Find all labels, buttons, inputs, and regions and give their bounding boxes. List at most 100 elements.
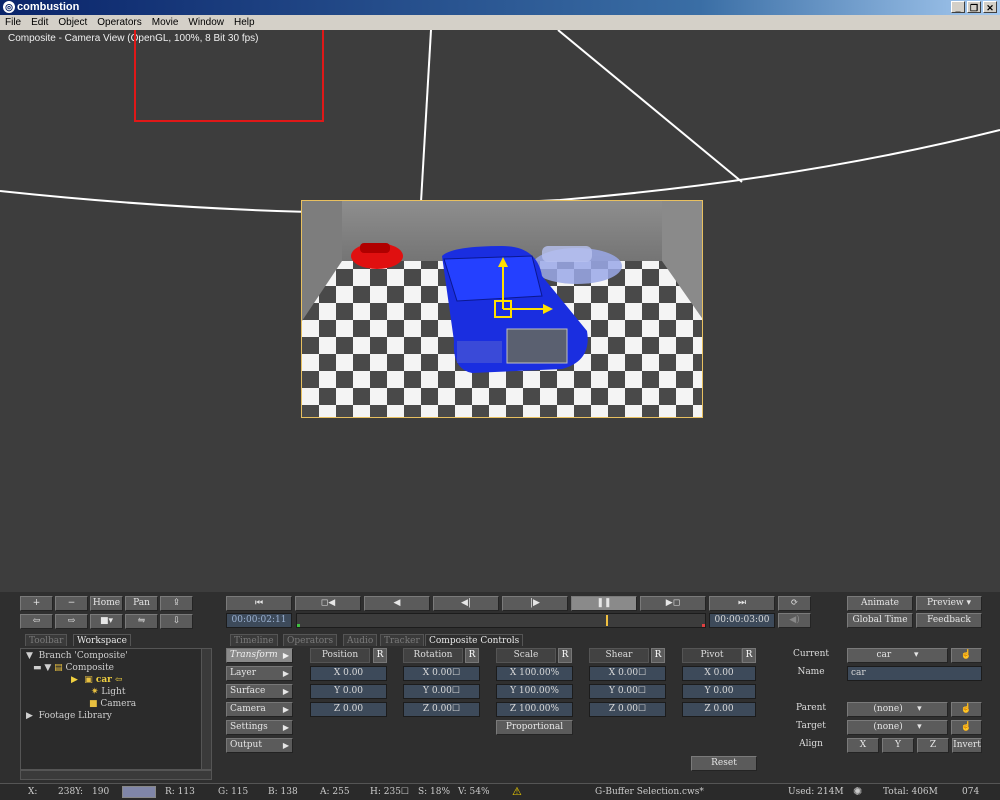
warning-icon[interactable]: ⚠ (512, 785, 522, 798)
current-label: Current (792, 649, 830, 659)
tree-horizontal-scrollbar[interactable] (20, 770, 212, 780)
audio-speaker-icon[interactable]: ◀) (778, 613, 811, 628)
tree-branch-composite[interactable]: ▼ Branch 'Composite' (26, 651, 128, 661)
menu-object[interactable]: Object (53, 15, 92, 30)
next-keyframe-button[interactable]: ▶◻ (640, 596, 706, 611)
go-to-start-button[interactable]: ⏮ (226, 596, 292, 611)
scale-z-field[interactable]: Z 100.00% (496, 702, 573, 717)
scale-reset-button[interactable]: R (558, 648, 572, 663)
scale-y-field[interactable]: Y 100.00% (496, 684, 573, 699)
position-z-field[interactable]: Z 0.00 (310, 702, 387, 717)
parent-pick-hand-icon[interactable]: ☝ (951, 702, 982, 717)
menu-file[interactable]: File (0, 15, 26, 30)
align-z-button[interactable]: Z (917, 738, 949, 753)
rotation-x-field[interactable]: X 0.00☐ (403, 666, 480, 681)
menu-movie[interactable]: Movie (147, 15, 184, 30)
menu-edit[interactable]: Edit (26, 15, 53, 30)
collapse-down-icon[interactable]: ⇩ (160, 614, 193, 629)
menu-operators[interactable]: Operators (92, 15, 146, 30)
reset-button[interactable]: Reset (691, 756, 757, 771)
go-to-end-button[interactable]: ⏭ (709, 596, 775, 611)
restore-button[interactable]: ❐ (967, 1, 981, 13)
zoom-out-button[interactable]: − (55, 596, 88, 611)
rotation-z-field[interactable]: Z 0.00☐ (403, 702, 480, 717)
back-arrow-icon[interactable]: ⇦ (20, 614, 53, 629)
current-object-dropdown[interactable]: car ▾ (847, 648, 948, 663)
align-y-button[interactable]: Y (882, 738, 914, 753)
menu-help[interactable]: Help (229, 15, 260, 30)
global-time-dropdown[interactable]: Global Time (847, 613, 913, 628)
align-x-button[interactable]: X (847, 738, 879, 753)
pivot-x-field[interactable]: X 0.00 (682, 666, 756, 681)
tree-vertical-scrollbar[interactable] (201, 649, 211, 769)
tree-footage-library[interactable]: ▶ Footage Library (26, 711, 112, 721)
menu-window[interactable]: Window (183, 15, 229, 30)
position-y-field[interactable]: Y 0.00 (310, 684, 387, 699)
status-v: V: 54% (458, 787, 490, 797)
preview-dropdown[interactable]: Preview ▾ (916, 596, 982, 611)
pivot-z-field[interactable]: Z 0.00 (682, 702, 756, 717)
parent-dropdown[interactable]: (none) ▾ (847, 702, 948, 717)
minimize-button[interactable]: _ (951, 1, 965, 13)
workspace-tree[interactable]: ▼ Branch 'Composite' ▬ ▼ ▤ Composite ▶ ▣… (20, 648, 212, 770)
zoom-in-button[interactable]: + (20, 596, 53, 611)
pivot-y-field[interactable]: Y 0.00 (682, 684, 756, 699)
category-transform[interactable]: Transform (226, 648, 293, 663)
tab-audio[interactable]: Audio (343, 634, 378, 646)
tab-timeline[interactable]: Timeline (230, 634, 278, 646)
position-x-field[interactable]: X 0.00 (310, 666, 387, 681)
expand-up-icon[interactable]: ⇪ (160, 596, 193, 611)
end-time-field[interactable]: 00:00:03:00 (709, 613, 775, 628)
shear-z-field[interactable]: Z 0.00☐ (589, 702, 666, 717)
scale-x-field[interactable]: X 100.00% (496, 666, 573, 681)
proportional-button[interactable]: Proportional (496, 720, 573, 735)
loop-icon[interactable]: ⟳ (778, 596, 811, 611)
shear-x-field[interactable]: X 0.00☐ (589, 666, 666, 681)
close-button[interactable]: ✕ (983, 1, 997, 13)
category-settings[interactable]: Settings (226, 720, 293, 735)
shear-y-field[interactable]: Y 0.00☐ (589, 684, 666, 699)
tab-operators[interactable]: Operators (283, 634, 338, 646)
step-forward-button[interactable]: |▶ (502, 596, 568, 611)
camera-viewport[interactable]: Composite - Camera View (OpenGL, 100%, 8… (0, 30, 1000, 592)
composite-image[interactable] (301, 200, 703, 418)
forward-arrow-icon[interactable]: ⇨ (55, 614, 88, 629)
category-camera[interactable]: Camera (226, 702, 293, 717)
feedback-button[interactable]: Feedback (916, 613, 982, 628)
target-pick-hand-icon[interactable]: ☝ (951, 720, 982, 735)
tab-tracker[interactable]: Tracker (380, 634, 424, 646)
rotation-reset-button[interactable]: R (465, 648, 479, 663)
pan-button[interactable]: Pan (125, 596, 158, 611)
current-time-field[interactable]: 00:00:02:11 (226, 613, 292, 628)
animate-button[interactable]: Animate (847, 596, 913, 611)
play-reverse-button[interactable]: ◀ (364, 596, 430, 611)
pick-hand-icon[interactable]: ☝ (951, 648, 982, 663)
pivot-reset-button[interactable]: R (742, 648, 756, 663)
tree-car[interactable]: ▶ ▣ car ⇦ (71, 675, 123, 685)
start-marker (297, 624, 300, 627)
shear-reset-button[interactable]: R (651, 648, 665, 663)
tree-camera[interactable]: ■ Camera (89, 699, 136, 709)
link-tool-icon[interactable]: ⇋ (125, 614, 158, 629)
tab-composite-controls[interactable]: Composite Controls (425, 634, 524, 646)
tab-workspace[interactable]: Workspace (73, 634, 131, 646)
rotation-y-field[interactable]: Y 0.00☐ (403, 684, 480, 699)
step-back-button[interactable]: ◀| (433, 596, 499, 611)
category-surface[interactable]: Surface (226, 684, 293, 699)
category-output[interactable]: Output (226, 738, 293, 753)
previous-keyframe-button[interactable]: ◻◀ (295, 596, 361, 611)
tree-light[interactable]: ✷ Light (91, 687, 125, 697)
position-reset-button[interactable]: R (373, 648, 387, 663)
tab-toolbar[interactable]: Toolbar (25, 634, 68, 646)
tree-composite[interactable]: ▬ ▼ ▤ Composite (33, 663, 114, 673)
color-picker-icon[interactable]: ■▾ (90, 614, 123, 629)
target-dropdown[interactable]: (none) ▾ (847, 720, 948, 735)
pivot-header: Pivot (682, 648, 742, 663)
category-layer[interactable]: Layer (226, 666, 293, 681)
invert-button[interactable]: Invert (952, 738, 982, 753)
name-field[interactable]: car (847, 666, 982, 681)
pause-button[interactable]: ❚❚ (571, 596, 637, 611)
time-slider[interactable] (296, 613, 706, 628)
playhead[interactable] (606, 615, 608, 626)
home-button[interactable]: Home (90, 596, 123, 611)
